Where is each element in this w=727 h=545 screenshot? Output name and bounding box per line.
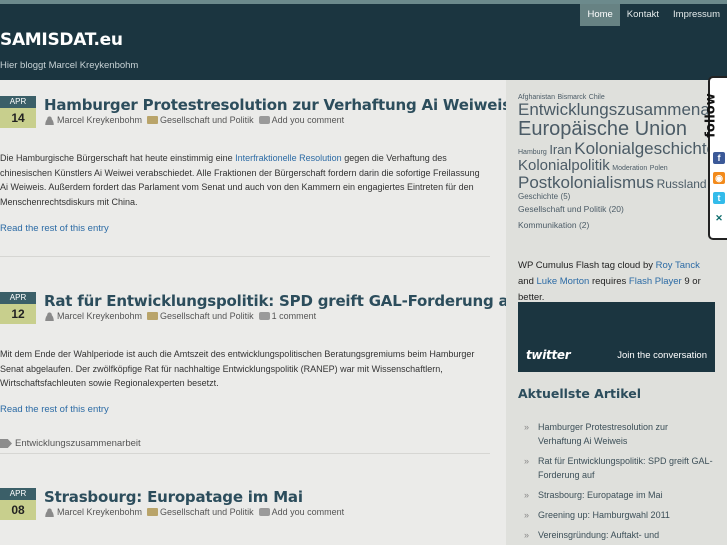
tag-count: (20) bbox=[608, 204, 624, 215]
flash-player-link[interactable]: Flash Player bbox=[629, 276, 682, 287]
tag-icon bbox=[0, 439, 12, 448]
tag-cloud-link[interactable]: Russland bbox=[657, 177, 707, 191]
tag-count: (2) bbox=[578, 220, 590, 231]
tag-cloud-link[interactable]: Postkolonialismus bbox=[518, 173, 654, 192]
post-excerpt: Die Hamburgische Bürgerschaft hat heute … bbox=[0, 151, 480, 209]
post-month: Apr bbox=[0, 292, 36, 304]
recent-posts-title: Aktuellste Artikel bbox=[518, 386, 641, 401]
post-category[interactable]: Gesellschaft und Politik bbox=[160, 311, 254, 321]
post-month: Apr bbox=[0, 96, 36, 108]
cumulus-credit: WP Cumulus Flash tag cloud by Roy Tanck … bbox=[518, 258, 718, 306]
post-date: Apr 12 bbox=[0, 292, 36, 324]
post-title[interactable]: Strasbourg: Europatage im Mai bbox=[44, 488, 303, 506]
recent-post-item[interactable]: Rat für Entwicklungspolitik: SPD greift … bbox=[524, 454, 714, 482]
tag-cloud-link[interactable]: Iran bbox=[549, 142, 571, 157]
tag-cloud-link[interactable]: Kolonialpolitik bbox=[518, 157, 610, 174]
recent-post-item[interactable]: Greening up: Hamburgwahl 2011 bbox=[524, 508, 714, 522]
join-conversation-link[interactable]: Join the conversation bbox=[617, 350, 707, 361]
recent-post-link[interactable]: Strasbourg: Europatage im Mai bbox=[538, 490, 663, 500]
tag-cloud-link[interactable]: Kommunikation bbox=[518, 220, 579, 230]
cumulus-text: WP Cumulus Flash tag cloud by bbox=[518, 260, 656, 271]
tag-cloud-link[interactable]: Gesellschaft und Politik bbox=[518, 204, 609, 214]
post-meta: Marcel Kreykenbohm Gesellschaft und Poli… bbox=[44, 311, 321, 321]
post-day: 08 bbox=[0, 500, 36, 520]
read-more-link[interactable]: Read the rest of this entry bbox=[0, 404, 109, 415]
post-date: Apr 08 bbox=[0, 488, 36, 520]
post-comments[interactable]: Add you comment bbox=[272, 507, 345, 517]
main-nav: Home Kontakt Impressum bbox=[580, 4, 727, 26]
recent-post-item[interactable]: Vereinsgründung: Auftakt- und bbox=[524, 528, 714, 542]
tag-cloud-link[interactable]: Kolonialgeschichte bbox=[574, 139, 716, 158]
comment-icon bbox=[258, 116, 270, 124]
recent-post-link[interactable]: Rat für Entwicklungspolitik: SPD greift … bbox=[538, 456, 713, 480]
nav-kontakt[interactable]: Kontakt bbox=[620, 4, 666, 26]
divider bbox=[0, 256, 490, 257]
nav-home[interactable]: Home bbox=[580, 4, 620, 26]
post-author[interactable]: Marcel Kreykenbohm bbox=[57, 115, 142, 125]
recent-post-item[interactable]: Strasbourg: Europatage im Mai bbox=[524, 488, 714, 502]
cumulus-text: requires bbox=[589, 276, 629, 287]
post-excerpt: Mit dem Ende der Wahlperiode ist auch di… bbox=[0, 347, 480, 391]
xing-icon[interactable]: ✕ bbox=[713, 212, 725, 224]
tag-cloud-link[interactable]: Europäische Union bbox=[518, 118, 687, 140]
post-author[interactable]: Marcel Kreykenbohm bbox=[57, 311, 142, 321]
post-month: Apr bbox=[0, 488, 36, 500]
recent-post-link[interactable]: Vereinsgründung: Auftakt- und bbox=[538, 530, 659, 540]
post-date: Apr 14 bbox=[0, 96, 36, 128]
sidebar: Afghanistan Bismarck Chile Entwicklungsz… bbox=[506, 80, 727, 545]
excerpt-text: Die Hamburgische Bürgerschaft hat heute … bbox=[0, 153, 236, 163]
post-meta: Marcel Kreykenbohm Gesellschaft und Poli… bbox=[44, 115, 349, 125]
post-category[interactable]: Gesellschaft und Politik bbox=[160, 115, 254, 125]
comment-icon bbox=[258, 508, 270, 516]
post-comments[interactable]: Add you comment bbox=[272, 115, 345, 125]
excerpt-text: Mit dem Ende der Wahlperiode ist auch di… bbox=[0, 349, 475, 388]
post-category[interactable]: Gesellschaft und Politik bbox=[160, 507, 254, 517]
user-icon bbox=[44, 311, 55, 321]
rss-icon[interactable]: ◉ bbox=[713, 172, 725, 184]
follow-text: follow bbox=[703, 93, 719, 138]
tag-cloud-link[interactable]: Entwicklungszusammenarbeit bbox=[518, 100, 727, 119]
tag-cloud-link[interactable]: Geschichte bbox=[518, 192, 558, 201]
folder-icon bbox=[147, 312, 159, 320]
twitter-icon[interactable]: t bbox=[713, 192, 725, 204]
tag-cloud-link[interactable]: Polen bbox=[650, 165, 668, 172]
post-title[interactable]: Rat für Entwicklungspolitik: SPD greift … bbox=[44, 292, 525, 310]
twitter-logo: twitter bbox=[526, 348, 571, 362]
cumulus-author-link[interactable]: Luke Morton bbox=[537, 276, 590, 287]
tag-cloud-link[interactable]: Hamburg bbox=[518, 149, 547, 156]
facebook-icon[interactable]: f bbox=[713, 152, 725, 164]
recent-post-item[interactable]: Hamburger Protestresolution zur Verhaftu… bbox=[524, 420, 714, 448]
cumulus-text: and bbox=[518, 276, 537, 287]
follow-label: follow bbox=[704, 86, 727, 146]
excerpt-link[interactable]: Interfraktionelle Resolution bbox=[235, 153, 342, 163]
comment-icon bbox=[258, 312, 270, 320]
post-title[interactable]: Hamburger Protestresolution zur Verhaftu… bbox=[44, 96, 511, 114]
recent-post-link[interactable]: Greening up: Hamburgwahl 2011 bbox=[538, 510, 670, 520]
recent-post-link[interactable]: Hamburger Protestresolution zur Verhaftu… bbox=[538, 422, 668, 446]
folder-icon bbox=[147, 508, 159, 516]
tag-cloud-link[interactable]: Moderation bbox=[612, 165, 647, 172]
user-icon bbox=[44, 507, 55, 517]
post-day: 14 bbox=[0, 108, 36, 128]
nav-impressum[interactable]: Impressum bbox=[666, 4, 727, 26]
post-comments[interactable]: 1 comment bbox=[272, 311, 317, 321]
post-day: 12 bbox=[0, 304, 36, 324]
site-header: SAMISDAT.eu Hier bloggt Marcel Kreykenbo… bbox=[0, 4, 727, 80]
read-more-link[interactable]: Read the rest of this entry bbox=[0, 223, 109, 234]
post-meta: Marcel Kreykenbohm Gesellschaft und Poli… bbox=[44, 507, 349, 517]
tag-count: (5) bbox=[560, 191, 571, 201]
cumulus-author-link[interactable]: Roy Tanck bbox=[656, 260, 700, 271]
divider bbox=[0, 453, 490, 454]
user-icon bbox=[44, 115, 55, 125]
folder-icon bbox=[147, 116, 159, 124]
tag-link[interactable]: Entwicklungszusammenarbeit bbox=[15, 438, 141, 449]
post-tags: Entwicklungszusammenarbeit bbox=[0, 438, 141, 449]
site-description: Hier bloggt Marcel Kreykenbohm bbox=[0, 60, 139, 71]
tag-cloud: Afghanistan Bismarck Chile Entwicklungsz… bbox=[518, 92, 727, 233]
recent-posts-list: Hamburger Protestresolution zur Verhaftu… bbox=[524, 420, 714, 545]
twitter-widget[interactable]: twitter Join the conversation bbox=[518, 302, 715, 372]
post-author[interactable]: Marcel Kreykenbohm bbox=[57, 507, 142, 517]
follow-tab[interactable]: follow f ◉ t ✕ bbox=[704, 76, 727, 240]
site-title[interactable]: SAMISDAT.eu bbox=[0, 30, 123, 50]
